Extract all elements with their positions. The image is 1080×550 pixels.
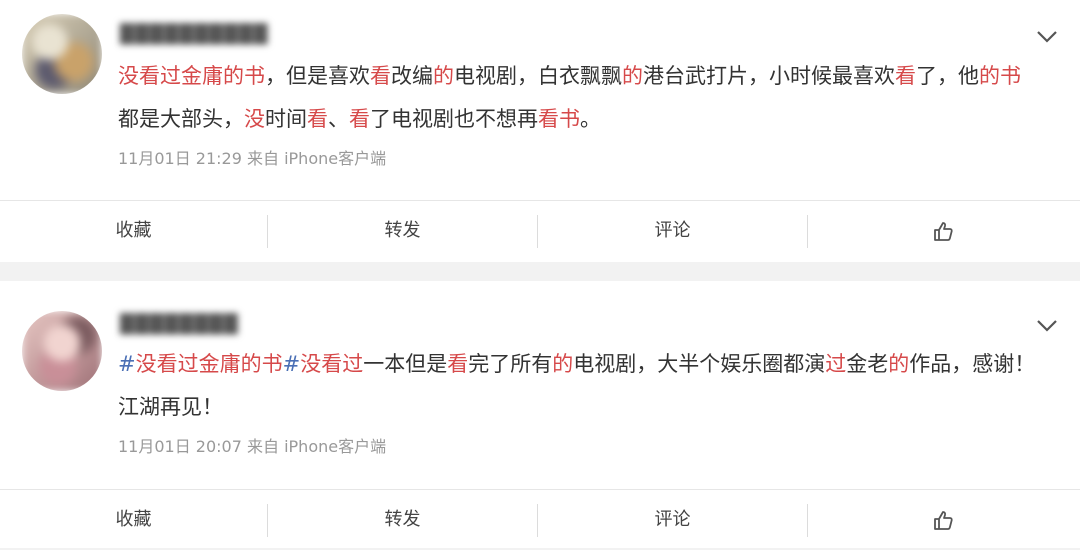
favorite-button[interactable]: 收藏 xyxy=(0,201,267,261)
thumbs-up-icon xyxy=(934,511,953,530)
username[interactable]: ██████████ xyxy=(120,24,268,45)
post-text: 港台武打片，小时候最喜欢 xyxy=(643,64,895,88)
highlighted-text: 的书 xyxy=(979,64,1021,88)
post-text: 都是大部头， xyxy=(118,107,244,131)
action-bar: 收藏 转发 评论 xyxy=(0,489,1080,550)
highlighted-text: 看 xyxy=(447,352,469,376)
post-text: 电视剧，大半个娱乐圈都演 xyxy=(573,352,826,376)
comment-button[interactable]: 评论 xyxy=(538,490,807,550)
avatar[interactable] xyxy=(22,14,102,94)
highlighted-text: 没看过 xyxy=(300,352,364,376)
highlighted-text: 过 xyxy=(825,352,847,376)
highlighted-text: 的 xyxy=(622,64,643,88)
highlighted-text: 看 xyxy=(349,107,370,131)
hashtag-marker[interactable]: # xyxy=(283,352,301,376)
post-text: 。 xyxy=(580,107,601,131)
post-meta: 11月01日 21:29 来自 iPhone客户端 xyxy=(118,149,387,168)
repost-button[interactable]: 转发 xyxy=(268,490,537,550)
highlighted-text: 看 xyxy=(370,64,391,88)
post-text: 了电视剧也不想再 xyxy=(370,107,538,131)
repost-button[interactable]: 转发 xyxy=(268,201,537,261)
post-text: ，但是喜欢 xyxy=(265,64,370,88)
weibo-post: ██████████ 没看过金庸的书，但是喜欢看改编的电视剧，白衣飘飘的港台武打… xyxy=(0,0,1080,262)
favorite-button[interactable]: 收藏 xyxy=(0,490,267,550)
post-content: #没看过金庸的书#没看过一本但是看完了所有的电视剧，大半个娱乐圈都演过金老的作品… xyxy=(118,343,1038,429)
comment-button[interactable]: 评论 xyxy=(538,201,807,261)
like-button[interactable] xyxy=(808,490,1078,550)
highlighted-text: 看 xyxy=(307,107,328,131)
like-button[interactable] xyxy=(808,201,1078,261)
post-text: 一本但是 xyxy=(363,352,448,376)
highlighted-text: 没看过金庸的书 xyxy=(135,352,283,376)
post-content: 没看过金庸的书，但是喜欢看改编的电视剧，白衣飘飘的港台武打片，小时候最喜欢看了，… xyxy=(118,55,1038,141)
post-meta: 11月01日 20:07 来自 iPhone客户端 xyxy=(118,437,387,456)
weibo-post: ████████ #没看过金庸的书#没看过一本但是看完了所有的电视剧，大半个娱乐… xyxy=(0,281,1080,548)
post-text: 了，他 xyxy=(916,64,979,88)
avatar[interactable] xyxy=(22,311,102,391)
post-text: 电视剧，白衣飘飘 xyxy=(454,64,622,88)
highlighted-text: 的 xyxy=(888,352,910,376)
username[interactable]: ████████ xyxy=(120,314,239,335)
action-bar: 收藏 转发 评论 xyxy=(0,200,1080,261)
thumbs-up-icon xyxy=(934,222,953,241)
highlighted-text: 的 xyxy=(433,64,454,88)
highlighted-text: 的 xyxy=(552,352,574,376)
post-text: 完了所有 xyxy=(468,352,553,376)
post-text: 改编 xyxy=(391,64,433,88)
chevron-down-icon[interactable] xyxy=(1036,30,1058,44)
post-text: 、 xyxy=(328,107,349,131)
highlighted-text: 看书 xyxy=(538,107,580,131)
chevron-down-icon[interactable] xyxy=(1036,319,1058,333)
highlighted-text: 没看过金庸的书 xyxy=(118,64,265,88)
post-text: 时间 xyxy=(265,107,307,131)
hashtag-marker[interactable]: # xyxy=(118,352,136,376)
highlighted-text: 看 xyxy=(895,64,916,88)
post-text: 金老 xyxy=(846,352,889,376)
highlighted-text: 没 xyxy=(244,107,265,131)
